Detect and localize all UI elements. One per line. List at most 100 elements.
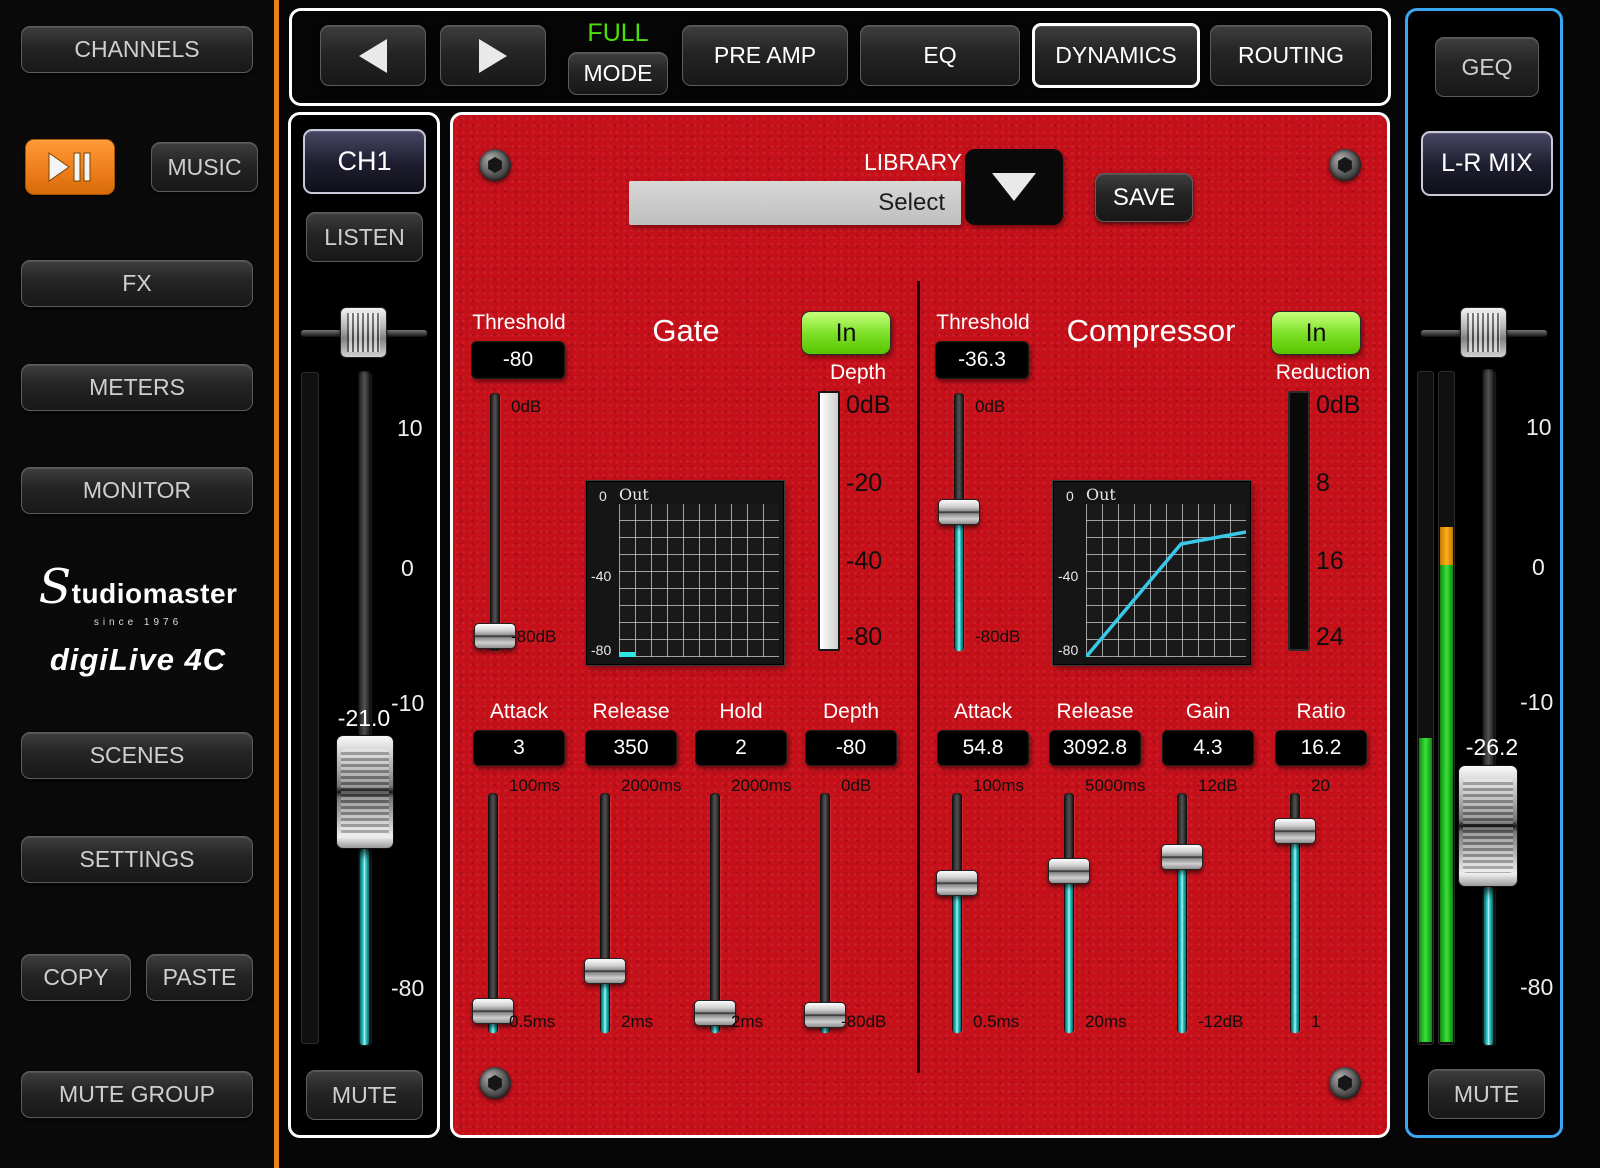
comp-graph-ybottom: -80 bbox=[1058, 642, 1078, 658]
fader-scale-m80: -80 bbox=[391, 975, 424, 1002]
comp-graph-ytop: 0 bbox=[1066, 488, 1074, 504]
gate-depth-slider[interactable] bbox=[820, 793, 830, 1033]
gate-attack-slider[interactable] bbox=[488, 793, 498, 1033]
comp-ratio-control: Ratio 16.2 20 1 bbox=[1265, 700, 1377, 1050]
library-label: LIBRARY bbox=[853, 149, 973, 176]
comp-gain-control: Gain 4.3 12dB -12dB bbox=[1152, 700, 1264, 1050]
param-label: Gain bbox=[1152, 700, 1264, 724]
master-name-button[interactable]: L-R MIX bbox=[1421, 131, 1553, 196]
param-label: Release bbox=[575, 700, 687, 724]
pan-handle[interactable] bbox=[1460, 307, 1507, 358]
brand-since: since 1976 bbox=[12, 617, 264, 628]
fader-value: -26.2 bbox=[1452, 734, 1532, 761]
play-pause-icon bbox=[47, 152, 93, 182]
gate-attack-handle[interactable] bbox=[472, 998, 514, 1024]
gate-hold-handle[interactable] bbox=[694, 1000, 736, 1026]
param-min-label: -80dB bbox=[841, 1012, 886, 1032]
mode-button[interactable]: MODE bbox=[568, 52, 668, 95]
save-button[interactable]: SAVE bbox=[1095, 173, 1193, 222]
compression-curve bbox=[1086, 504, 1246, 657]
gate-hold-slider[interactable] bbox=[710, 793, 720, 1033]
param-max-label: 100ms bbox=[973, 776, 1024, 796]
depth-scale-0: 0dB bbox=[846, 391, 890, 420]
depth-scale-40: -40 bbox=[846, 547, 882, 576]
comp-release-value[interactable]: 3092.8 bbox=[1049, 730, 1141, 766]
fader-scale-0: 0 bbox=[1532, 554, 1545, 581]
master-strip: GEQ L-R MIX 10 0 -10 -80 -26.2 MUTE bbox=[1405, 8, 1563, 1138]
comp-attack-handle[interactable] bbox=[936, 870, 978, 896]
master-meter-right bbox=[1438, 371, 1455, 1045]
channel-mute-button[interactable]: MUTE bbox=[306, 1070, 423, 1120]
geq-button[interactable]: GEQ bbox=[1435, 37, 1539, 97]
param-min-label: 20ms bbox=[1085, 1012, 1127, 1032]
sidebar: CHANNELS MUSIC FX METERS MONITOR Studiom… bbox=[0, 0, 274, 1168]
comp-ratio-handle[interactable] bbox=[1274, 818, 1316, 844]
master-mute-button[interactable]: MUTE bbox=[1428, 1069, 1545, 1119]
gate-threshold-slider[interactable] bbox=[490, 393, 500, 651]
comp-release-handle[interactable] bbox=[1048, 858, 1090, 884]
copy-button[interactable]: COPY bbox=[21, 954, 131, 1001]
fader-value: -21.0 bbox=[321, 705, 407, 732]
pan-slider[interactable] bbox=[298, 303, 430, 363]
gate-attack-value[interactable]: 3 bbox=[473, 730, 565, 766]
gate-in-button[interactable]: In bbox=[801, 311, 891, 355]
screw-icon bbox=[1329, 149, 1361, 181]
listen-button[interactable]: LISTEN bbox=[306, 212, 423, 262]
meter-fill-green bbox=[1419, 738, 1432, 1042]
gate-release-value[interactable]: 350 bbox=[585, 730, 677, 766]
fader-fill bbox=[1484, 887, 1493, 1045]
comp-threshold-value[interactable]: -36.3 bbox=[935, 341, 1029, 379]
prev-channel-button[interactable] bbox=[320, 25, 426, 86]
param-max-label: 2000ms bbox=[621, 776, 681, 796]
library-dropdown-button[interactable] bbox=[965, 149, 1063, 225]
depth-scale-80: -80 bbox=[846, 623, 882, 652]
next-channel-button[interactable] bbox=[440, 25, 546, 86]
sidebar-item-channels[interactable]: CHANNELS bbox=[21, 26, 253, 73]
comp-threshold-handle[interactable] bbox=[938, 499, 980, 525]
fader-handle[interactable] bbox=[1458, 765, 1518, 887]
pan-handle[interactable] bbox=[340, 307, 387, 358]
tab-dynamics[interactable]: DYNAMICS bbox=[1032, 23, 1200, 88]
comp-gain-value[interactable]: 4.3 bbox=[1162, 730, 1254, 766]
channel-name-button[interactable]: CH1 bbox=[303, 129, 426, 194]
library-select[interactable]: Select bbox=[629, 181, 961, 225]
tab-routing[interactable]: ROUTING bbox=[1210, 25, 1372, 86]
sidebar-item-music[interactable]: MUSIC bbox=[151, 142, 258, 192]
param-label: Attack bbox=[927, 700, 1039, 724]
gate-threshold-handle[interactable] bbox=[474, 623, 516, 649]
gate-depth-control: Depth -80 0dB -80dB bbox=[795, 700, 907, 1050]
screw-icon bbox=[1329, 1067, 1361, 1099]
gate-threshold-value[interactable]: -80 bbox=[471, 341, 565, 379]
transport-button[interactable] bbox=[25, 139, 115, 195]
comp-ratio-fill bbox=[1291, 832, 1299, 1033]
gate-depth-value[interactable]: -80 bbox=[805, 730, 897, 766]
gate-hold-value[interactable]: 2 bbox=[695, 730, 787, 766]
sidebar-item-scenes[interactable]: SCENES bbox=[21, 732, 253, 779]
gate-depth-handle[interactable] bbox=[804, 1002, 846, 1028]
gate-release-handle[interactable] bbox=[584, 958, 626, 984]
sidebar-item-fx[interactable]: FX bbox=[21, 260, 253, 307]
sidebar-item-monitor[interactable]: MONITOR bbox=[21, 467, 253, 514]
right-triangle-icon bbox=[479, 39, 507, 73]
tab-eq[interactable]: EQ bbox=[860, 25, 1020, 86]
comp-gain-handle[interactable] bbox=[1161, 844, 1203, 870]
tab-preamp[interactable]: PRE AMP bbox=[682, 25, 848, 86]
reduction-scale-8: 8 bbox=[1316, 469, 1330, 498]
sidebar-item-meters[interactable]: METERS bbox=[21, 364, 253, 411]
comp-threshold-fill bbox=[955, 515, 963, 651]
comp-attack-value[interactable]: 54.8 bbox=[937, 730, 1029, 766]
fader-handle[interactable] bbox=[336, 735, 394, 849]
paste-button[interactable]: PASTE bbox=[146, 954, 253, 1001]
gate-graph-ytop: 0 bbox=[599, 488, 607, 504]
comp-ratio-value[interactable]: 16.2 bbox=[1275, 730, 1367, 766]
comp-reduction-meter bbox=[1288, 391, 1310, 651]
meter-fill-orange bbox=[1440, 527, 1453, 565]
comp-reduction-meter-label: Reduction bbox=[1261, 361, 1385, 385]
reduction-scale-24: 24 bbox=[1316, 623, 1344, 652]
fader-scale-10: 10 bbox=[397, 415, 423, 442]
sidebar-item-settings[interactable]: SETTINGS bbox=[21, 836, 253, 883]
comp-in-button[interactable]: In bbox=[1271, 311, 1361, 355]
master-pan-slider[interactable] bbox=[1418, 303, 1550, 363]
sidebar-item-mute-group[interactable]: MUTE GROUP bbox=[21, 1071, 253, 1118]
channel-strip: CH1 LISTEN 10 0 -10 -80 -21.0 MUTE bbox=[288, 112, 440, 1138]
